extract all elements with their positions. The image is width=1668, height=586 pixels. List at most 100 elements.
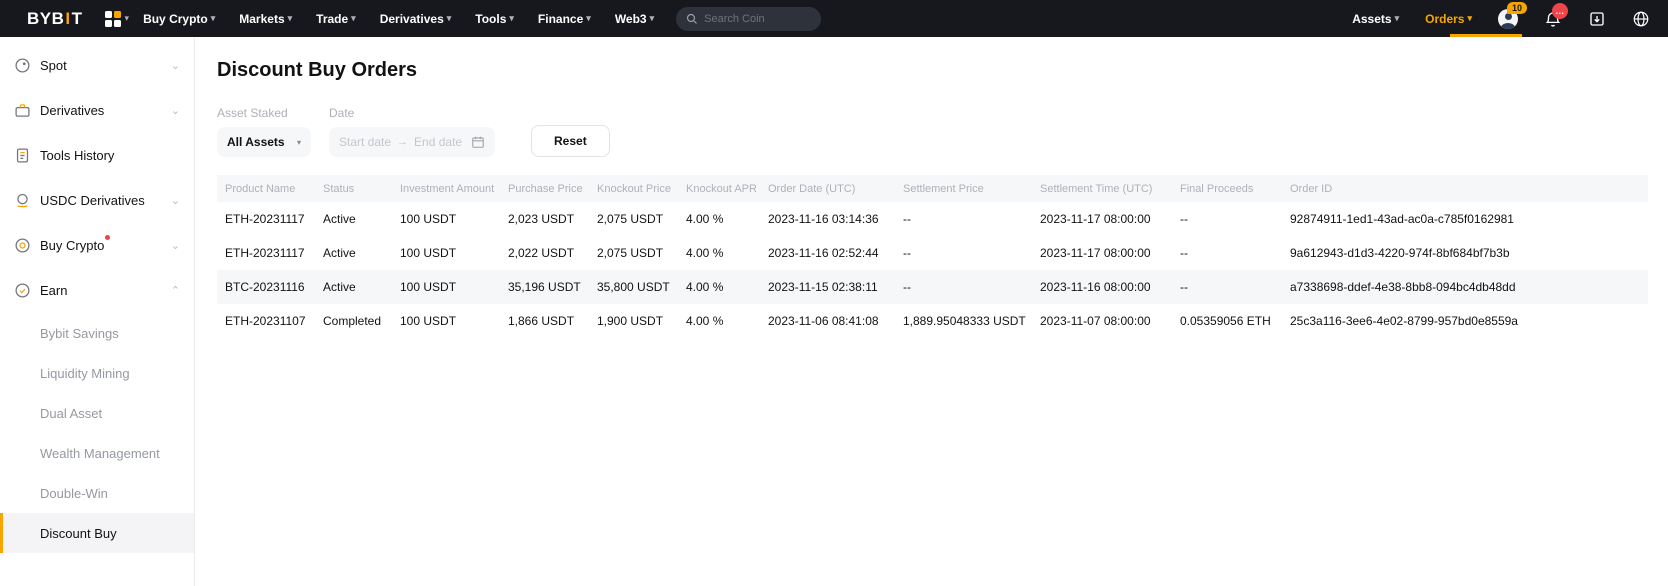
- sidebar-item-spot[interactable]: Spot ⌄: [0, 43, 194, 88]
- nav-item-label: Assets: [1352, 12, 1391, 26]
- user-avatar[interactable]: 10: [1498, 9, 1518, 29]
- col-header-order-date: Order Date (UTC): [760, 175, 895, 202]
- sidebar-item-label: USDC Derivatives: [40, 193, 145, 208]
- calendar-icon: [471, 135, 485, 149]
- sidebar-item-liquidity-mining[interactable]: Liquidity Mining: [0, 353, 194, 393]
- sidebar-item-wealth-management[interactable]: Wealth Management: [0, 433, 194, 473]
- nav-item-web3[interactable]: Web3 ▾: [615, 12, 654, 26]
- buy-crypto-icon: [14, 237, 31, 254]
- nav-item-orders[interactable]: Orders ▾: [1425, 12, 1472, 26]
- cell-order-id: 25c3a116-3ee6-4e02-8799-957bd0e8559a: [1282, 304, 1648, 338]
- orders-active-underline: [1450, 34, 1522, 37]
- logo-accent: I: [65, 9, 70, 29]
- search-input[interactable]: [704, 13, 811, 25]
- nav-item-buy-crypto[interactable]: Buy Crypto ▾: [143, 12, 215, 26]
- asset-staked-select[interactable]: All Assets ▾: [217, 127, 311, 157]
- sidebar-item-bybit-savings[interactable]: Bybit Savings: [0, 313, 194, 353]
- sidebar-item-label: Tools History: [40, 148, 114, 163]
- sidebar-item-double-win[interactable]: Double-Win: [0, 473, 194, 513]
- cell-purchase-price: 2,022 USDT: [500, 236, 589, 270]
- sidebar-item-label: Spot: [40, 58, 67, 73]
- cell-investment-amount: 100 USDT: [392, 202, 500, 236]
- nav-item-assets[interactable]: Assets ▾: [1352, 12, 1399, 26]
- nav-item-label: Trade: [316, 12, 348, 26]
- cell-final-proceeds: --: [1172, 236, 1282, 270]
- notifications-button[interactable]: …: [1544, 10, 1562, 28]
- nav-item-tools[interactable]: Tools ▾: [475, 12, 514, 26]
- cell-settlement-time: 2023-11-16 08:00:00: [1032, 270, 1172, 304]
- cell-final-proceeds: --: [1172, 202, 1282, 236]
- nav-item-derivatives[interactable]: Derivatives ▾: [380, 12, 452, 26]
- nav-item-trade[interactable]: Trade ▾: [316, 12, 356, 26]
- table-row[interactable]: ETH-20231117 Active 100 USDT 2,022 USDT …: [217, 236, 1648, 270]
- orders-table: Product Name Status Investment Amount Pu…: [217, 175, 1648, 338]
- bybit-logo[interactable]: BYBIT: [27, 9, 83, 29]
- cell-order-date: 2023-11-06 08:41:08: [760, 304, 895, 338]
- cell-knockout-apr: 4.00 %: [678, 202, 760, 236]
- nav-item-label: Web3: [615, 12, 647, 26]
- chevron-down-icon: ▾: [650, 13, 655, 24]
- col-header-knockout-price: Knockout Price: [589, 175, 678, 202]
- table-row[interactable]: ETH-20231117 Active 100 USDT 2,023 USDT …: [217, 202, 1648, 236]
- nav-item-label: Finance: [538, 12, 583, 26]
- end-date-input[interactable]: End date: [414, 135, 462, 149]
- cell-investment-amount: 100 USDT: [392, 304, 500, 338]
- cell-knockout-apr: 4.00 %: [678, 270, 760, 304]
- download-app-button[interactable]: [1588, 10, 1606, 28]
- chevron-down-icon[interactable]: ▾: [125, 13, 130, 24]
- nav-item-finance[interactable]: Finance ▾: [538, 12, 591, 26]
- start-date-input[interactable]: Start date: [339, 135, 391, 149]
- cell-order-id: 9a612943-d1d3-4220-974f-8bf684bf7b3b: [1282, 236, 1648, 270]
- chevron-down-icon: ⌄: [171, 59, 180, 72]
- sidebar-item-derivatives[interactable]: Derivatives ⌄: [0, 88, 194, 133]
- spot-icon: [14, 57, 31, 74]
- col-header-order-id: Order ID: [1282, 175, 1648, 202]
- table-row[interactable]: ETH-20231107 Completed 100 USDT 1,866 US…: [217, 304, 1648, 338]
- page-title: Discount Buy Orders: [217, 59, 1648, 82]
- cell-product-name: ETH-20231117: [217, 236, 315, 270]
- logo-text: BYB: [27, 9, 64, 29]
- cell-knockout-price: 2,075 USDT: [589, 202, 678, 236]
- apps-grid-icon[interactable]: [105, 11, 121, 27]
- chevron-down-icon: ▾: [211, 13, 216, 24]
- col-header-investment-amount: Investment Amount: [392, 175, 500, 202]
- cell-purchase-price: 1,866 USDT: [500, 304, 589, 338]
- chevron-down-icon: ⌄: [171, 194, 180, 207]
- asset-staked-value: All Assets: [227, 135, 285, 149]
- date-range-picker[interactable]: Start date → End date: [329, 127, 495, 157]
- cell-purchase-price: 35,196 USDT: [500, 270, 589, 304]
- nav-item-label: Buy Crypto: [143, 12, 208, 26]
- nav-item-label: Derivatives: [380, 12, 444, 26]
- tools-history-icon: [14, 147, 31, 164]
- sidebar-subitem-label: Dual Asset: [40, 406, 102, 421]
- main-nav: Buy Crypto ▾ Markets ▾ Trade ▾ Derivativ…: [143, 12, 654, 26]
- search-box[interactable]: [676, 7, 821, 31]
- nav-item-label: Tools: [475, 12, 506, 26]
- col-header-settlement-time: Settlement Time (UTC): [1032, 175, 1172, 202]
- asset-staked-label: Asset Staked: [217, 106, 311, 120]
- cell-status: Active: [315, 202, 392, 236]
- sidebar-item-dual-asset[interactable]: Dual Asset: [0, 393, 194, 433]
- sidebar-item-earn[interactable]: Earn ⌃: [0, 268, 194, 313]
- sidebar-item-discount-buy[interactable]: Discount Buy: [0, 513, 194, 553]
- chevron-down-icon: ▾: [1467, 13, 1472, 24]
- chevron-down-icon: ▾: [288, 13, 293, 24]
- filters-bar: Asset Staked All Assets ▾ Date Start dat…: [217, 106, 1648, 157]
- chevron-down-icon: ▾: [1395, 13, 1400, 24]
- table-row[interactable]: BTC-20231116 Active 100 USDT 35,196 USDT…: [217, 270, 1648, 304]
- nav-item-markets[interactable]: Markets ▾: [239, 12, 292, 26]
- sidebar-item-tools-history[interactable]: Tools History: [0, 133, 194, 178]
- cell-settlement-price: --: [895, 202, 1032, 236]
- cell-settlement-price: --: [895, 270, 1032, 304]
- derivatives-icon: [14, 102, 31, 119]
- col-header-purchase-price: Purchase Price: [500, 175, 589, 202]
- language-button[interactable]: [1632, 10, 1650, 28]
- sidebar-item-usdc-derivatives[interactable]: USDC Derivatives ⌄: [0, 178, 194, 223]
- sidebar-subitem-label: Wealth Management: [40, 446, 160, 461]
- sidebar-item-buy-crypto[interactable]: Buy Crypto ⌄: [0, 223, 194, 268]
- reset-button[interactable]: Reset: [531, 125, 610, 157]
- sidebar: Spot ⌄ Derivatives ⌄ Tools History USDC …: [0, 37, 195, 586]
- cell-final-proceeds: 0.05359056 ETH: [1172, 304, 1282, 338]
- cell-knockout-price: 1,900 USDT: [589, 304, 678, 338]
- cell-settlement-time: 2023-11-17 08:00:00: [1032, 236, 1172, 270]
